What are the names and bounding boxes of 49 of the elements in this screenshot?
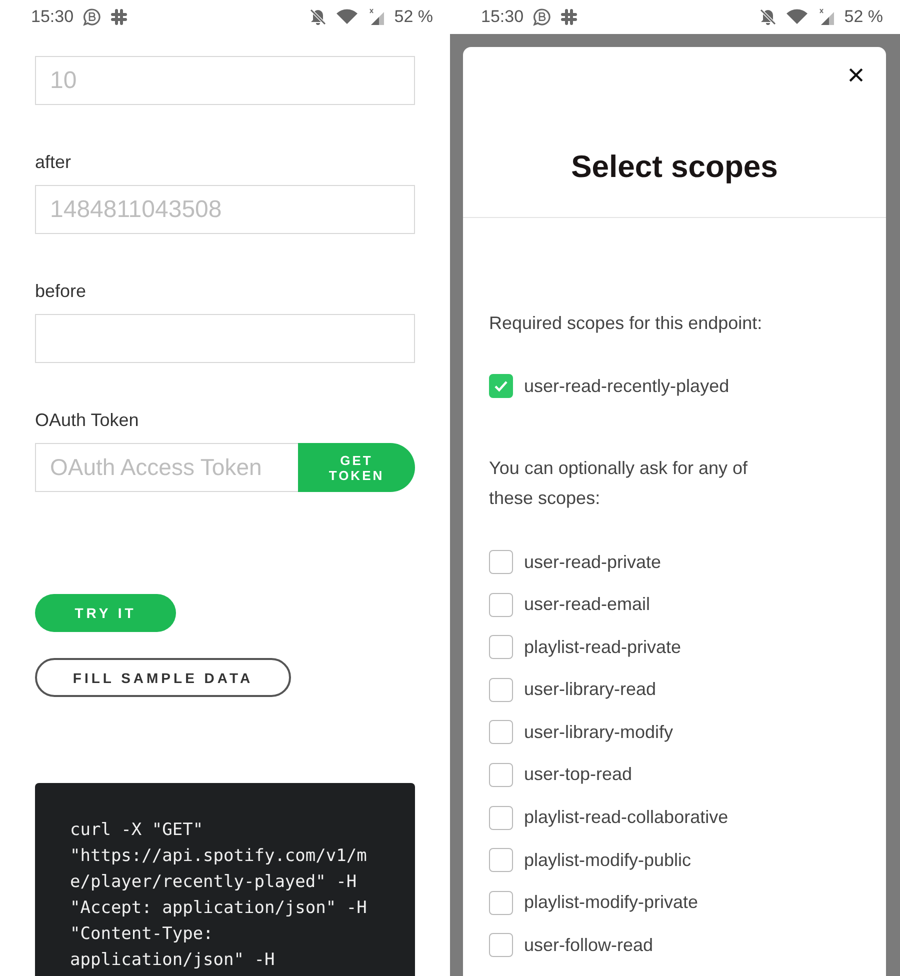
hash-icon [560, 8, 578, 26]
checkbox[interactable] [489, 550, 513, 574]
close-button[interactable]: × [841, 61, 871, 91]
checkbox[interactable] [489, 720, 513, 744]
scope-label: playlist-read-collaborative [524, 807, 728, 828]
bell-off-icon [759, 8, 778, 26]
input-field[interactable] [35, 314, 415, 363]
signal-icon [817, 8, 836, 26]
scope-label: user-library-read [524, 679, 656, 700]
battery-level: 52 % [394, 7, 433, 27]
body-text: Required scopes for this endpoint: [489, 312, 764, 335]
scope-label: playlist-read-private [524, 636, 682, 658]
checkbox[interactable] [489, 890, 513, 915]
field-label: after [35, 151, 72, 174]
chat-bubble-icon [532, 8, 551, 26]
chat-bubble-icon [82, 8, 101, 26]
field-label: before [35, 280, 86, 303]
scope-label: playlist-modify-public [524, 850, 692, 871]
fill-sample-data-button[interactable]: FILL SAMPLE DATA [35, 658, 291, 697]
checkbox[interactable] [489, 933, 513, 958]
checkbox[interactable] [489, 678, 513, 702]
scope-label: user-read-private [524, 552, 662, 572]
checkbox[interactable] [489, 374, 513, 398]
wifi-icon [336, 9, 358, 25]
checkbox[interactable] [489, 806, 513, 830]
input-field[interactable]: 1484811043508 [35, 185, 415, 234]
scope-label: user-follow-read [524, 934, 654, 956]
checkbox[interactable] [489, 592, 513, 617]
status-time: 15:30 [481, 7, 524, 27]
checkbox[interactable] [489, 848, 513, 872]
code-block: curl -X "GET" "https://api.spotify.com/v1/m e/player/recently-played" -H "Accept: application/json" -H "Content-Type: application/json" -H [35, 783, 415, 976]
battery-level: 52 % [844, 7, 883, 27]
hash-icon [110, 8, 128, 26]
field-label: OAuth Token [35, 409, 139, 432]
scope-label: user-read-recently-played [524, 376, 730, 396]
signal-icon [367, 8, 386, 26]
bell-off-icon [309, 8, 328, 26]
input-field[interactable]: 10 [35, 56, 415, 105]
scope-label: playlist-modify-private [524, 892, 698, 914]
scope-label: user-top-read [524, 764, 632, 786]
scope-label: user-library-modify [524, 722, 674, 743]
dialog-title: Select scopes [571, 149, 778, 185]
token-field[interactable]: OAuth Access Token [35, 443, 298, 492]
status-time: 15:30 [31, 7, 74, 27]
checkbox[interactable] [489, 762, 513, 787]
scope-label: user-read-email [524, 594, 650, 616]
wifi-icon [786, 9, 808, 25]
checkbox[interactable] [489, 635, 513, 660]
body-text: You can optionally ask for any of these scopes: [489, 457, 749, 510]
